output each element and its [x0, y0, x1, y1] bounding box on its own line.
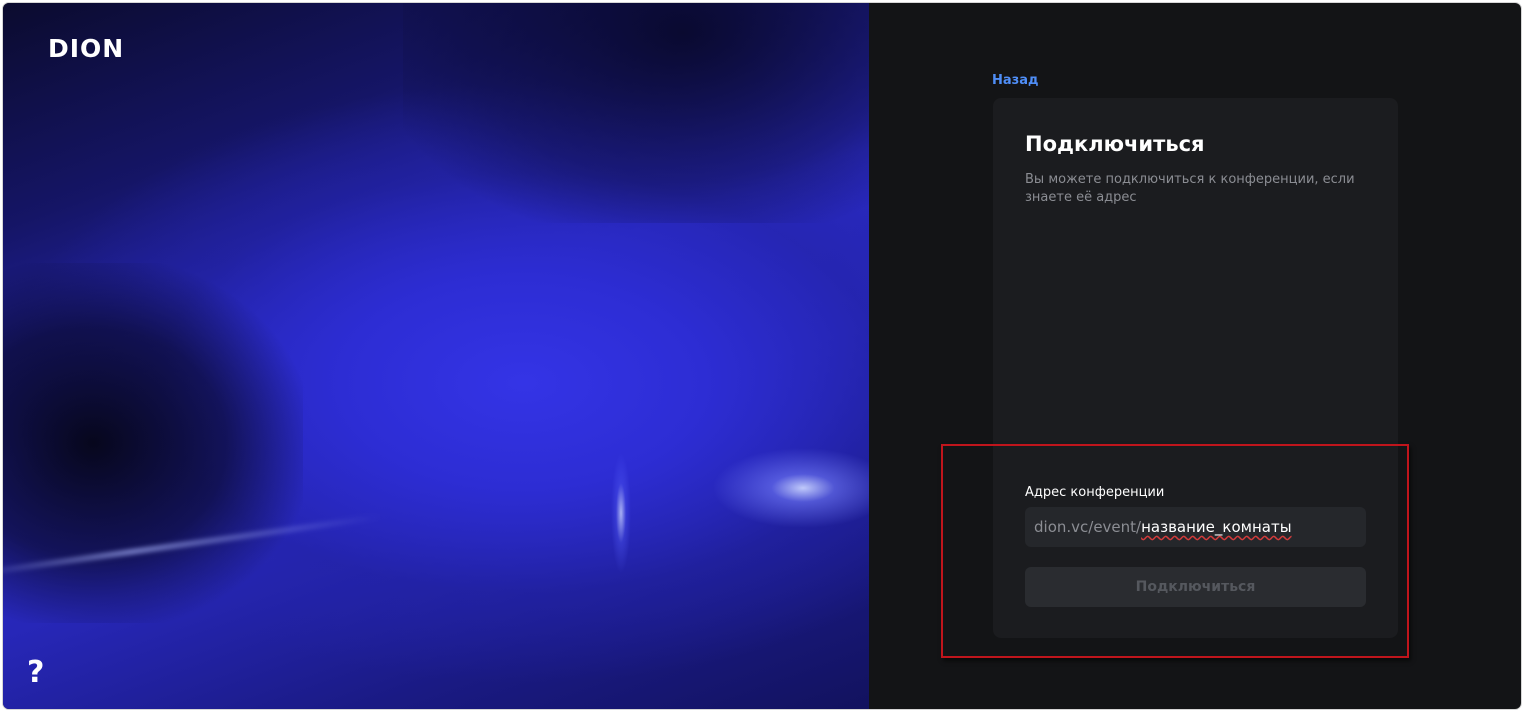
- app-window: DION ? Назад Подключиться Вы можете подк…: [3, 3, 1521, 709]
- hero-shadow: [403, 3, 869, 223]
- hero-shadow: [3, 263, 303, 623]
- address-field-label: Адрес конференции: [1025, 485, 1165, 500]
- help-button[interactable]: ?: [27, 655, 44, 690]
- conference-address-input[interactable]: dion.vc/event/название_комнаты: [1025, 507, 1366, 547]
- card-title: Подключиться: [1025, 132, 1205, 156]
- dion-logo: DION: [48, 34, 125, 63]
- hero-image: DION ?: [3, 3, 869, 709]
- address-prefix: dion.vc/event/: [1034, 518, 1142, 536]
- card-description: Вы можете подключиться к конференции, ес…: [1025, 172, 1355, 205]
- connect-card: Подключиться Вы можете подключиться к ко…: [993, 98, 1398, 638]
- connect-button[interactable]: Подключиться: [1025, 567, 1366, 607]
- back-link[interactable]: Назад: [992, 73, 1038, 88]
- address-value: название_комнаты: [1141, 518, 1292, 536]
